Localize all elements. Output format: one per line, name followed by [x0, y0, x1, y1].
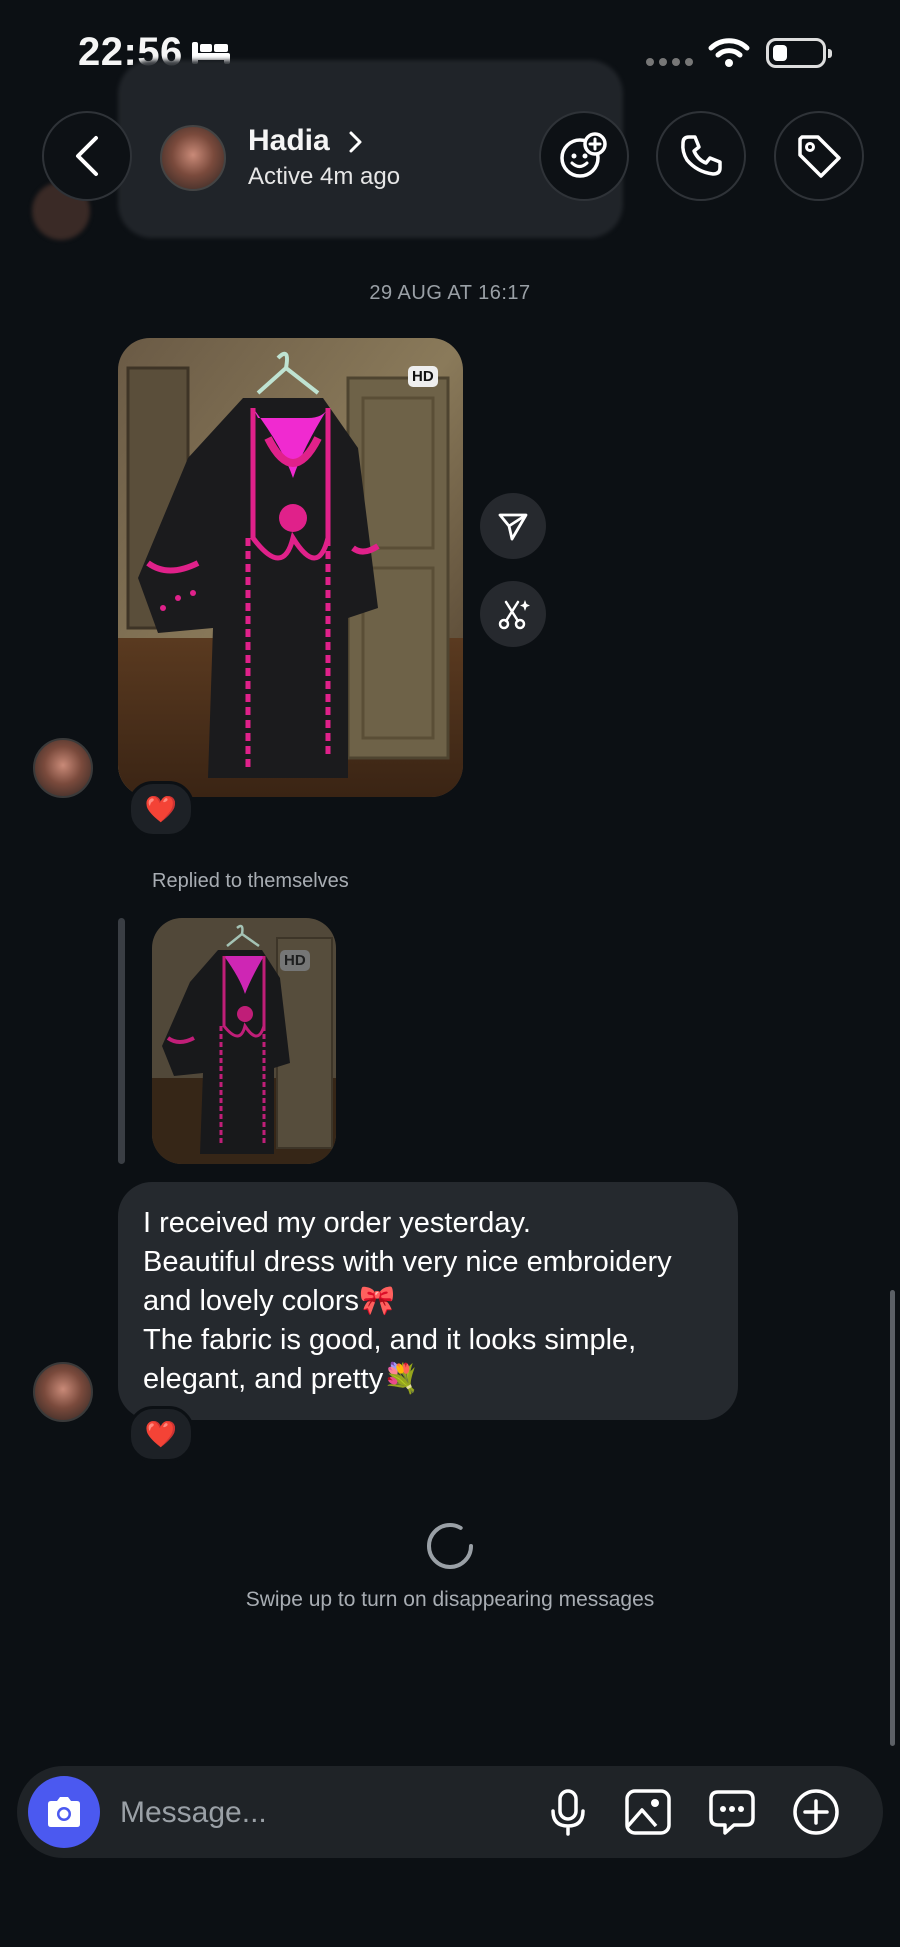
hd-badge: HD: [408, 366, 438, 387]
plus-icon: [793, 1789, 839, 1835]
contact-avatar[interactable]: [160, 125, 226, 191]
label-button[interactable]: [774, 111, 864, 201]
wifi-icon: [708, 38, 750, 67]
hd-badge: HD: [280, 950, 310, 971]
chevron-right-icon: [349, 131, 362, 153]
phone-icon: [681, 135, 722, 176]
camera-icon: [48, 1797, 80, 1827]
share-icon: [498, 513, 528, 541]
conversation-timestamp: 29 AUG AT 16:17: [369, 282, 531, 304]
message-line: The fabric is good, and it looks simple,…: [143, 1324, 637, 1395]
voice-message-button[interactable]: [541, 1785, 595, 1839]
sender-avatar[interactable]: [33, 738, 93, 798]
gallery-icon: [625, 1789, 671, 1835]
text-message[interactable]: I received my order yesterday. Beautiful…: [118, 1182, 738, 1420]
microphone-icon: [551, 1789, 585, 1836]
back-icon: [76, 136, 98, 176]
sender-avatar[interactable]: [33, 1362, 93, 1422]
loading-spinner-icon: [427, 1523, 473, 1569]
contact-active-status: Active 4m ago: [248, 163, 401, 190]
reply-label: Replied to themselves: [152, 870, 349, 892]
message-line: I received my order yesterday.: [143, 1207, 531, 1239]
replied-photo[interactable]: HD: [152, 918, 336, 1164]
camera-button[interactable]: [28, 1776, 100, 1848]
sticker-button[interactable]: [705, 1785, 759, 1839]
share-button[interactable]: [480, 493, 546, 559]
gallery-button[interactable]: [621, 1785, 675, 1839]
voice-call-button[interactable]: [656, 111, 746, 201]
scrollbar[interactable]: [890, 1290, 895, 1746]
heart-reaction[interactable]: ❤️: [128, 781, 194, 837]
ai-remix-icon: [498, 600, 530, 630]
message-input[interactable]: [118, 1790, 522, 1836]
contact-name[interactable]: Hadia: [248, 124, 330, 158]
add-effect-button[interactable]: [539, 111, 629, 201]
dress-photo: [118, 338, 463, 797]
photo-message[interactable]: HD: [118, 338, 463, 797]
ai-remix-button[interactable]: [480, 581, 546, 647]
back-button[interactable]: [42, 111, 132, 201]
add-effect-icon: [560, 132, 607, 178]
heart-reaction[interactable]: ❤️: [128, 1406, 194, 1462]
battery-icon: [766, 38, 832, 68]
message-line: Beautiful dress with very nice embroider…: [143, 1246, 672, 1317]
signal-icon: [646, 58, 693, 66]
tag-icon: [798, 135, 841, 178]
more-options-button[interactable]: [789, 1785, 843, 1839]
reply-quote-bar: [118, 918, 125, 1164]
disappearing-messages-hint: Swipe up to turn on disappearing message…: [245, 1588, 655, 1611]
sticker-icon: [709, 1790, 755, 1835]
